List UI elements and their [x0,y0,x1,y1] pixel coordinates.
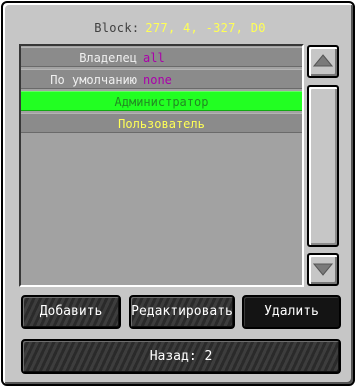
back-button[interactable]: Назад: 2 [21,339,341,374]
permission-key: По умолчанию [50,73,137,87]
list-item-default[interactable]: По умолчанию none [21,69,302,89]
block-label: Block: [94,21,140,35]
block-header: Block: 277, 4, -327, D0 [3,21,357,35]
block-coords: 277, 4, -327, D0 [145,21,266,35]
group-name: Администратор [114,95,209,109]
scrollbar-track[interactable] [307,85,339,247]
arrow-down-icon [313,263,333,276]
delete-button[interactable]: Удалить [242,295,341,329]
permission-value: none [143,73,172,87]
permission-value: all [143,51,165,65]
list-item-admin[interactable]: Администратор [21,91,302,111]
add-button[interactable]: Добавить [21,295,121,329]
arrow-up-icon [313,54,333,67]
edit-button[interactable]: Редактировать [129,295,235,329]
permission-key: Владелец [79,51,137,65]
list-item-user[interactable]: Пользователь [21,113,302,133]
permission-list[interactable]: Владелец all По умолчанию none Администр… [19,44,304,287]
group-name: Пользователь [118,117,205,131]
scroll-up-button[interactable] [307,45,339,78]
scroll-down-button[interactable] [307,253,339,286]
permissions-window: Block: 277, 4, -327, D0 Владелец all По у… [1,1,355,386]
list-item-owner[interactable]: Владелец all [21,47,302,67]
